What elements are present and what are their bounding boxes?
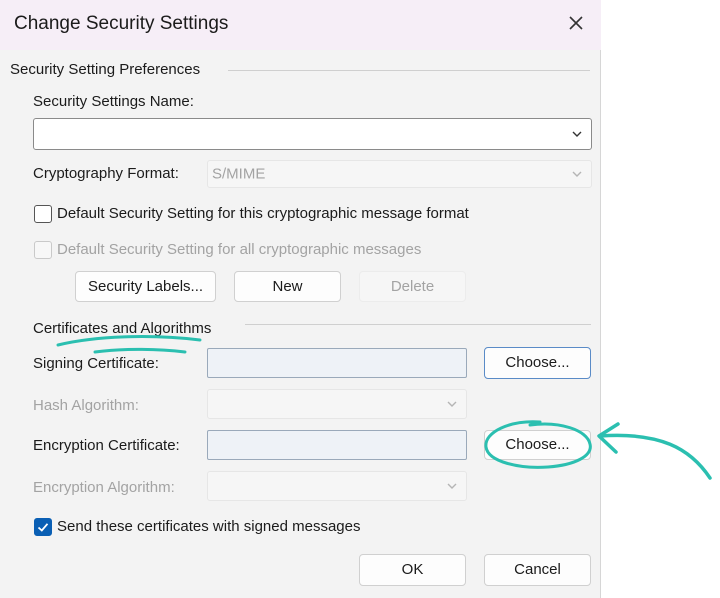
encryption-algorithm-combo[interactable]	[207, 471, 467, 501]
chevron-down-icon	[447, 483, 457, 489]
new-button[interactable]: New	[234, 271, 341, 302]
signing-certificate-label: Signing Certificate:	[33, 355, 159, 372]
preferences-group-title: Security Setting Preferences	[10, 61, 201, 78]
cryptography-format-value: S/MIME	[212, 165, 266, 183]
change-security-settings-dialog: Change Security Settings Security Settin…	[0, 0, 601, 598]
security-settings-name-combo[interactable]	[33, 118, 592, 150]
cancel-button[interactable]: Cancel	[484, 554, 591, 586]
security-labels-button[interactable]: Security Labels...	[75, 271, 216, 302]
security-settings-name-label: Security Settings Name:	[33, 93, 194, 110]
default-all-label: Default Security Setting for all cryptog…	[57, 241, 422, 258]
dialog-title: Change Security Settings	[14, 13, 229, 34]
send-certificates-checkbox[interactable]	[34, 518, 52, 536]
chevron-down-icon	[447, 401, 457, 407]
encryption-certificate-label: Encryption Certificate:	[33, 437, 180, 454]
arrow-annotation	[598, 433, 712, 480]
hash-algorithm-label: Hash Algorithm:	[33, 397, 139, 414]
close-button[interactable]	[562, 9, 590, 37]
chevron-down-icon	[572, 171, 582, 177]
send-certificates-label: Send these certificates with signed mess…	[57, 518, 361, 535]
certificates-group-divider	[245, 324, 591, 325]
delete-button[interactable]: Delete	[359, 271, 466, 302]
arrowhead-annotation	[597, 422, 620, 454]
checkmark-icon	[37, 523, 49, 532]
choose-signing-certificate-button[interactable]: Choose...	[484, 347, 591, 379]
chevron-down-icon	[572, 131, 582, 137]
default-format-label: Default Security Setting for this crypto…	[57, 205, 469, 222]
default-format-checkbox[interactable]	[34, 205, 52, 223]
encryption-certificate-field[interactable]	[207, 430, 467, 460]
choose-encryption-certificate-button[interactable]: Choose...	[484, 430, 591, 460]
default-all-checkbox[interactable]	[34, 241, 52, 259]
preferences-group-divider	[228, 70, 590, 71]
certificates-group-title: Certificates and Algorithms	[33, 320, 212, 337]
cryptography-format-combo[interactable]: S/MIME	[207, 160, 592, 188]
title-bar: Change Security Settings	[0, 0, 601, 50]
close-icon	[569, 16, 583, 30]
cryptography-format-label: Cryptography Format:	[33, 165, 179, 182]
ok-button[interactable]: OK	[359, 554, 466, 586]
encryption-algorithm-label: Encryption Algorithm:	[33, 479, 175, 496]
signing-certificate-field[interactable]	[207, 348, 467, 378]
hash-algorithm-combo[interactable]	[207, 389, 467, 419]
